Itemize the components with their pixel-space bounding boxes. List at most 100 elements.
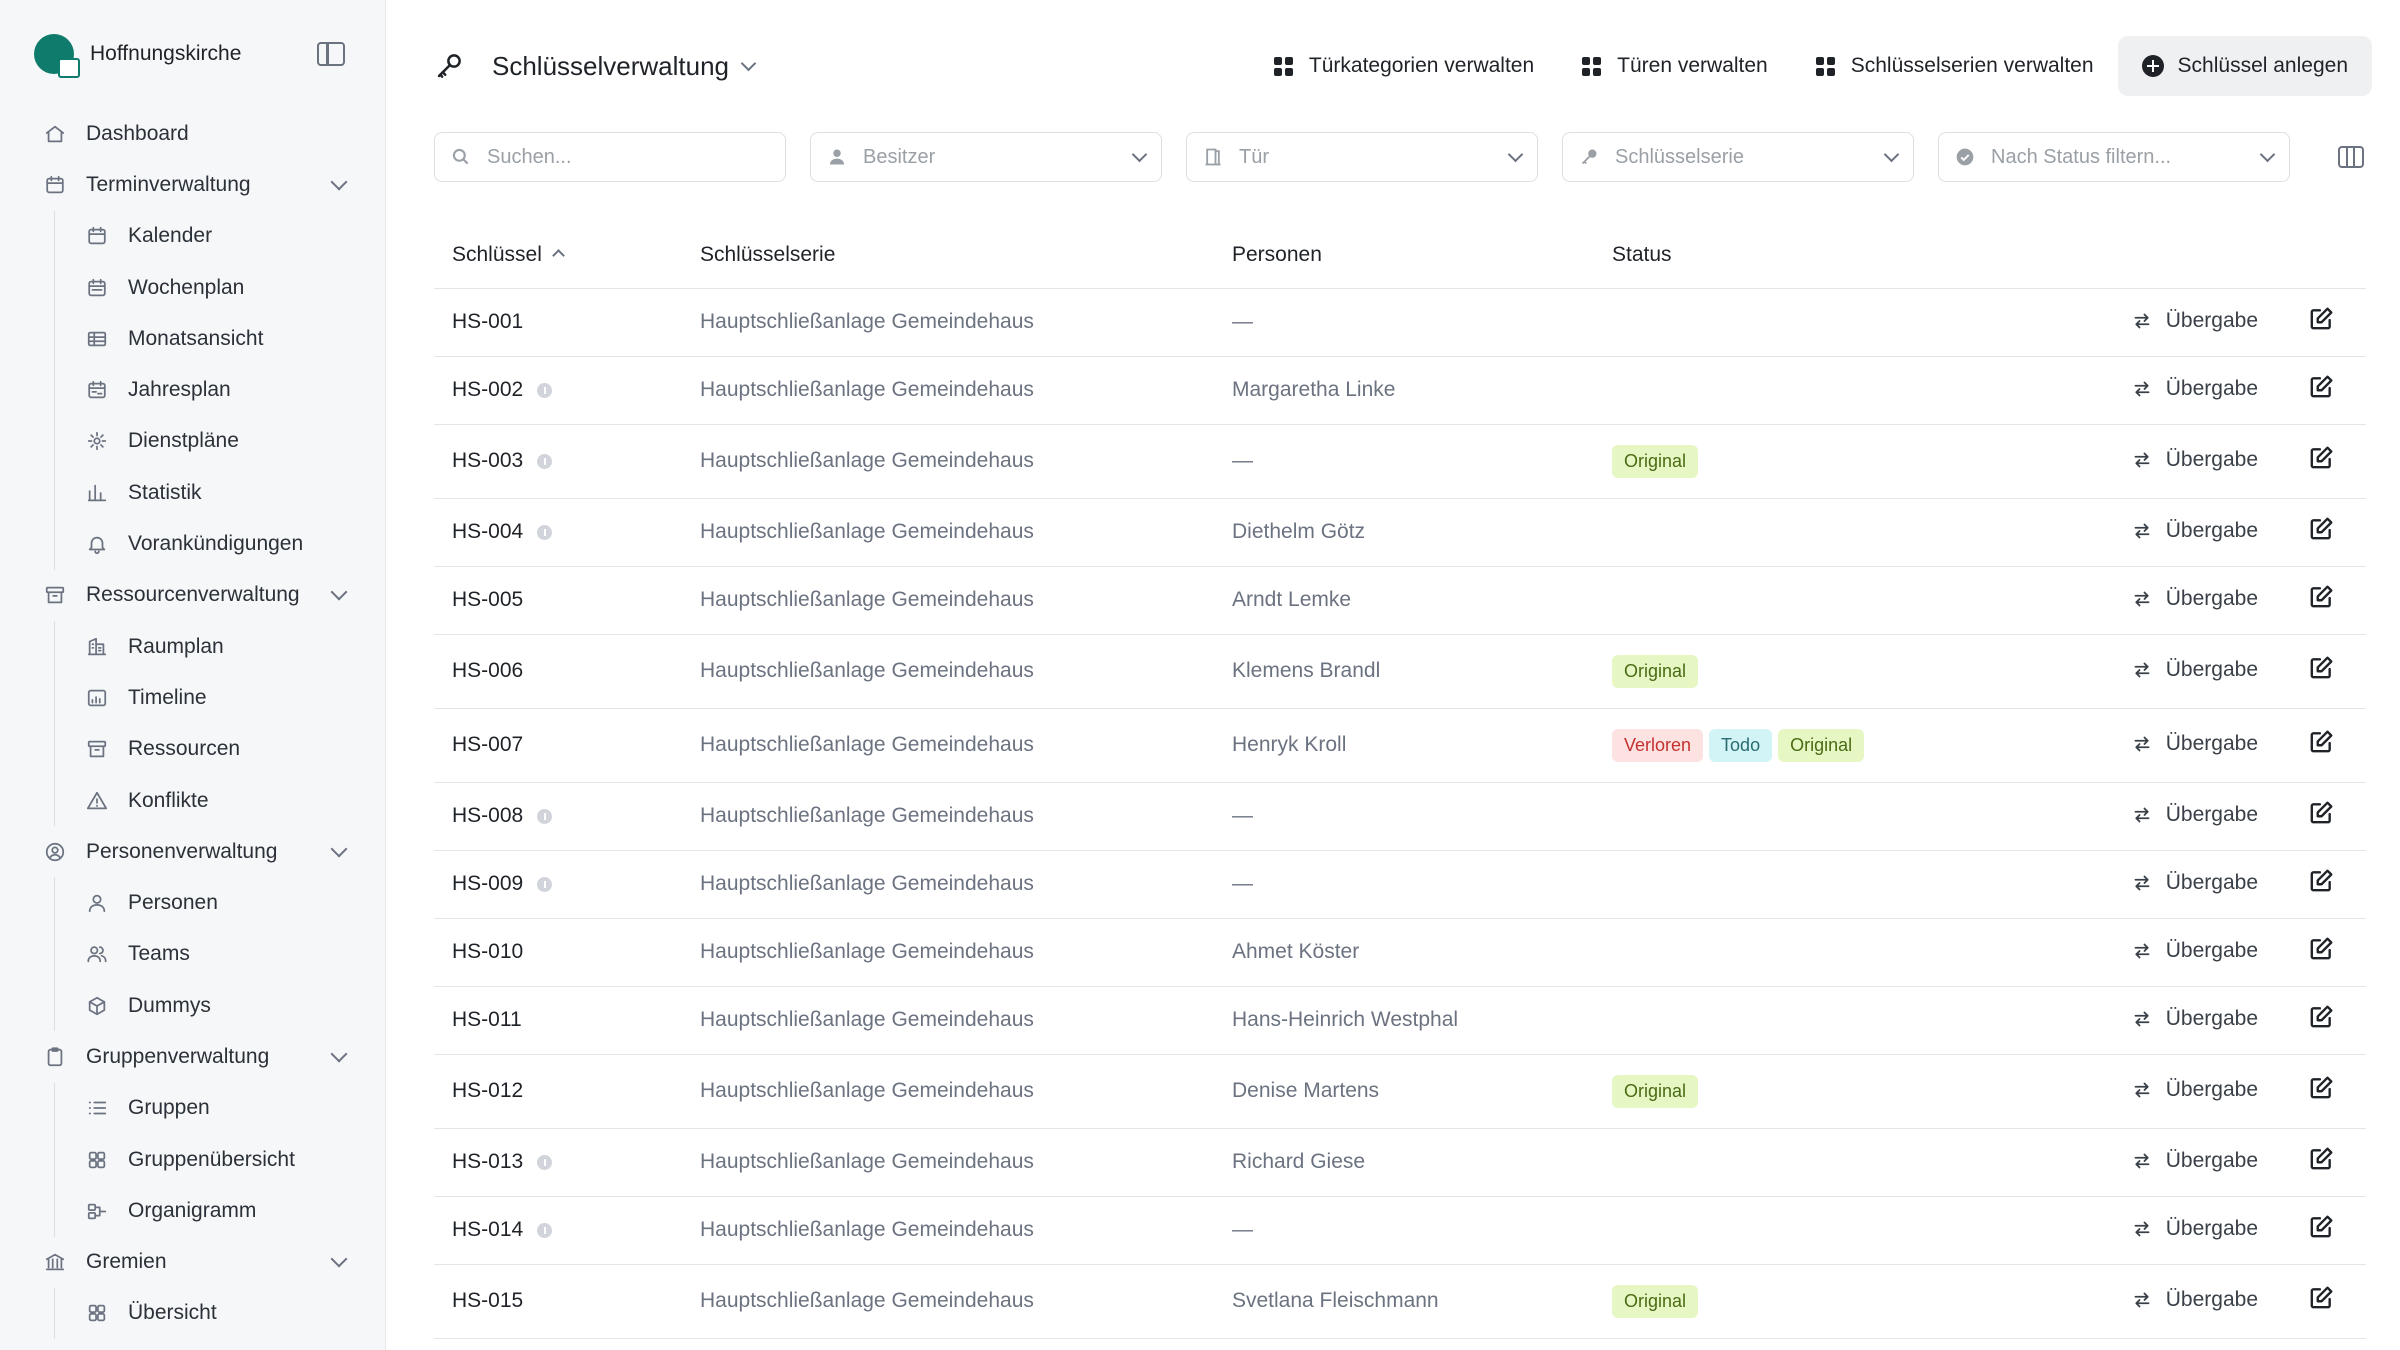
handover-button[interactable]: Übergabe (2132, 1149, 2258, 1173)
sidebar-item-wochenplan[interactable]: Wochenplan (0, 262, 385, 313)
handover-button[interactable]: Übergabe (2132, 519, 2258, 543)
sidebar-item-jahresplan[interactable]: Jahresplan (0, 364, 385, 415)
table-row[interactable]: HS-016Hauptschließanlage GemeindehausHen… (434, 1338, 2366, 1350)
sidebar-item-ressourcen[interactable]: Ressourcen (0, 724, 385, 775)
column-header-series[interactable]: Schlüsselserie (682, 222, 1214, 289)
table-row[interactable]: HS-005 Hauptschließanlage Gemeindehaus Arn… (434, 566, 2366, 635)
table-row[interactable]: HS-012 Hauptschließanlage Gemeindehaus Den… (434, 1054, 2366, 1129)
sidebar-item-dashboard[interactable]: Dashboard (0, 108, 385, 159)
table-row[interactable]: HS-014 Hauptschließanlage Gemeindehaus — Üb… (434, 1196, 2366, 1265)
status-filter-select[interactable]: Nach Status filtern... (1938, 132, 2290, 182)
table-row[interactable]: HS-011 Hauptschließanlage Gemeindehaus Han… (434, 986, 2366, 1055)
table-row[interactable]: HS-002 Hauptschließanlage Gemeindehaus Mar… (434, 356, 2366, 425)
columns-toggle-icon[interactable] (2338, 146, 2364, 168)
sidebar-item-statistik[interactable]: Statistik (0, 467, 385, 518)
key-series-filter-select[interactable]: Schlüsselserie (1562, 132, 1914, 182)
handover-button[interactable]: Übergabe (2132, 658, 2258, 682)
status-badge-original: Original (1612, 1074, 1699, 1108)
info-icon[interactable] (537, 876, 553, 892)
edit-icon[interactable] (2308, 1146, 2334, 1172)
manage-doors-button[interactable]: Türen verwalten (1558, 36, 1792, 96)
table-row[interactable]: HS-003 Hauptschließanlage Gemeindehaus — Or… (434, 424, 2366, 499)
handover-button[interactable]: Übergabe (2132, 1217, 2258, 1241)
edit-icon[interactable] (2308, 936, 2334, 962)
info-icon[interactable] (537, 524, 553, 540)
sidebar-item-raumplan[interactable]: Raumplan (0, 621, 385, 672)
info-icon[interactable] (537, 382, 553, 398)
table-row[interactable]: HS-007 Hauptschließanlage Gemeindehaus Hen… (434, 708, 2366, 783)
chevron-down-icon[interactable] (330, 1250, 348, 1268)
table-row[interactable]: HS-006 Hauptschließanlage Gemeindehaus Kle… (434, 634, 2366, 709)
handover-button[interactable]: Übergabe (2132, 448, 2258, 472)
door-filter-select[interactable]: Tür (1186, 132, 1538, 182)
sidebar-item-timeline[interactable]: Timeline (0, 672, 385, 723)
sidebar-item-vorankündigungen[interactable]: Vorankündigungen (0, 518, 385, 569)
create-key-button[interactable]: Schlüssel anlegen (2117, 36, 2372, 96)
info-icon[interactable] (537, 1222, 553, 1238)
search-input[interactable]: Suchen... (434, 132, 786, 182)
title-chevron-down-icon[interactable] (740, 55, 757, 71)
sidebar-item-kalender[interactable]: Kalender (0, 211, 385, 262)
sidebar-item-personenverwaltung[interactable]: Personenverwaltung (0, 826, 385, 877)
handover-button[interactable]: Übergabe (2132, 939, 2258, 963)
handover-button[interactable]: Übergabe (2132, 803, 2258, 827)
edit-icon[interactable] (2308, 655, 2334, 681)
owner-filter-select[interactable]: Besitzer (810, 132, 1162, 182)
handover-button[interactable]: Übergabe (2132, 377, 2258, 401)
info-icon[interactable] (537, 808, 553, 824)
table-row[interactable]: HS-009 Hauptschließanlage Gemeindehaus — Üb… (434, 850, 2366, 919)
sidebar-item-gruppenverwaltung[interactable]: Gruppenverwaltung (0, 1031, 385, 1082)
column-header-status[interactable]: Status (1594, 222, 2024, 289)
sidebar-item-personen[interactable]: Personen (0, 877, 385, 928)
edit-icon[interactable] (2308, 516, 2334, 542)
handover-button[interactable]: Übergabe (2132, 871, 2258, 895)
edit-icon[interactable] (2308, 1214, 2334, 1240)
table-row[interactable]: HS-001 Hauptschließanlage Gemeindehaus — Üb… (434, 288, 2366, 357)
info-icon[interactable] (537, 1154, 553, 1170)
sidebar-item-gruppen[interactable]: Gruppen (0, 1083, 385, 1134)
edit-icon[interactable] (2308, 1004, 2334, 1030)
edit-icon[interactable] (2308, 729, 2334, 755)
sidebar-item-übersicht[interactable]: Übersicht (0, 1288, 385, 1339)
handover-button[interactable]: Übergabe (2132, 1288, 2258, 1312)
edit-icon[interactable] (2308, 374, 2334, 400)
chevron-down-icon[interactable] (330, 583, 348, 601)
table-row[interactable]: HS-013 Hauptschließanlage Gemeindehaus Ric… (434, 1128, 2366, 1197)
chevron-down-icon[interactable] (330, 840, 348, 858)
column-header-persons[interactable]: Personen (1214, 222, 1594, 289)
edit-icon[interactable] (2308, 306, 2334, 332)
edit-icon[interactable] (2308, 445, 2334, 471)
sidebar-item-teams[interactable]: Teams (0, 929, 385, 980)
table-row[interactable]: HS-010 Hauptschließanlage Gemeindehaus Ahm… (434, 918, 2366, 987)
handover-button[interactable]: Übergabe (2132, 587, 2258, 611)
sidebar-item-gremien[interactable]: Gremien (0, 1237, 385, 1288)
column-header-key[interactable]: Schlüssel (434, 222, 682, 289)
edit-icon[interactable] (2308, 868, 2334, 894)
handover-button[interactable]: Übergabe (2132, 1078, 2258, 1102)
manage-key-series-button[interactable]: Schlüsselserien verwalten (1792, 36, 2118, 96)
table-row[interactable]: HS-004 Hauptschließanlage Gemeindehaus Die… (434, 498, 2366, 567)
manage-door-categories-button[interactable]: Türkategorien verwalten (1250, 36, 1558, 96)
info-icon[interactable] (537, 453, 553, 469)
handover-button[interactable]: Übergabe (2132, 1007, 2258, 1031)
edit-icon[interactable] (2308, 1285, 2334, 1311)
edit-icon[interactable] (2308, 584, 2334, 610)
sidebar-item-gruppenübersicht[interactable]: Gruppenübersicht (0, 1134, 385, 1185)
page-title[interactable]: Schlüsselverwaltung (492, 51, 729, 82)
sidebar-item-dienstpläne[interactable]: Dienstpläne (0, 416, 385, 467)
handover-button[interactable]: Übergabe (2132, 309, 2258, 333)
sidebar-item-organigramm[interactable]: Organigramm (0, 1185, 385, 1236)
table-row[interactable]: HS-015 Hauptschließanlage Gemeindehaus Sve… (434, 1264, 2366, 1339)
sidebar-item-monatsansicht[interactable]: Monatsansicht (0, 313, 385, 364)
sidebar-toggle-icon[interactable] (317, 42, 345, 66)
chevron-down-icon[interactable] (330, 173, 348, 191)
table-row[interactable]: HS-008 Hauptschließanlage Gemeindehaus — Üb… (434, 782, 2366, 851)
sidebar-item-terminverwaltung[interactable]: Terminverwaltung (0, 159, 385, 210)
sidebar-item-dummys[interactable]: Dummys (0, 980, 385, 1031)
handover-button[interactable]: Übergabe (2132, 732, 2258, 756)
sidebar-item-ressourcenverwaltung[interactable]: Ressourcenverwaltung (0, 570, 385, 621)
edit-icon[interactable] (2308, 1075, 2334, 1101)
sidebar-item-konflikte[interactable]: Konflikte (0, 775, 385, 826)
edit-icon[interactable] (2308, 800, 2334, 826)
chevron-down-icon[interactable] (330, 1045, 348, 1063)
